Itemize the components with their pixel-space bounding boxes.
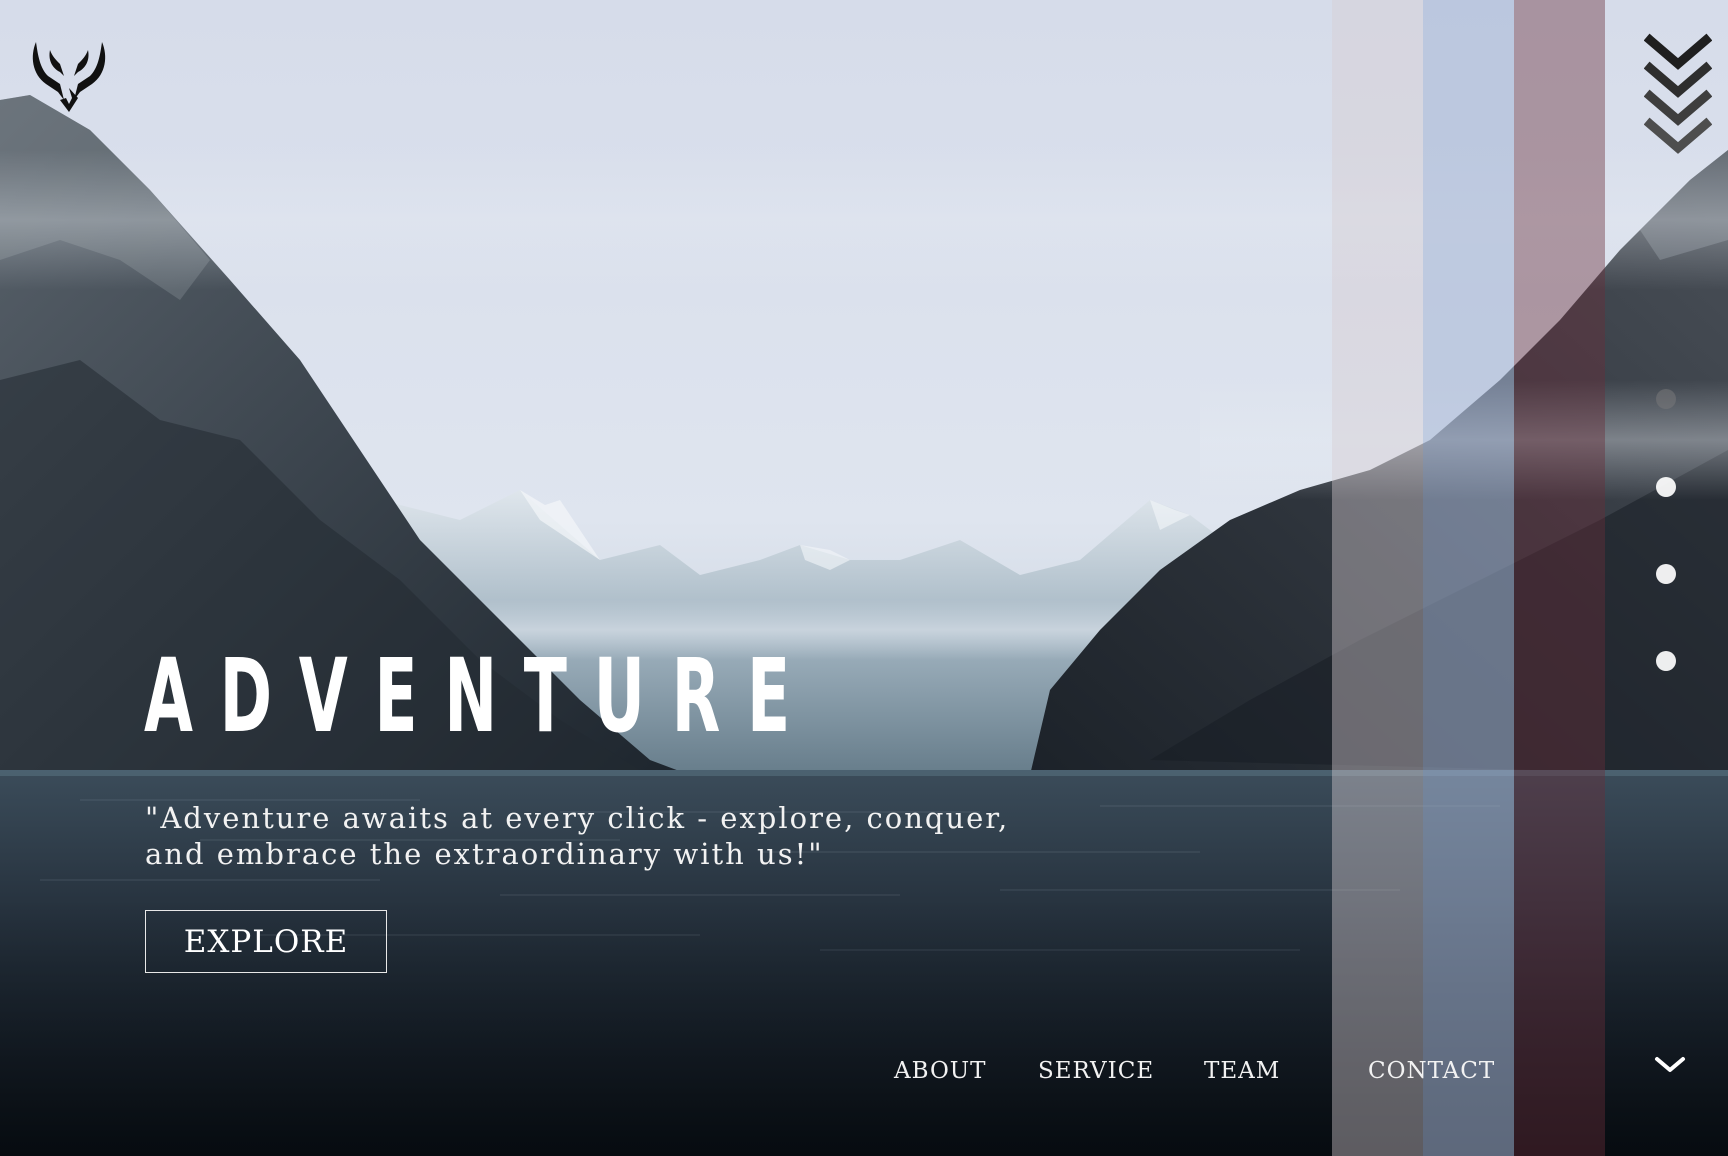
hero-headline: ADVENTURE: [144, 637, 817, 756]
hero-section: ADVENTURE "Adventure awaits at every cli…: [0, 0, 1728, 1156]
nav-link-about[interactable]: ABOUT: [894, 1058, 987, 1084]
accent-stripe-2: [1423, 0, 1514, 1156]
nav-link-team[interactable]: TEAM: [1204, 1058, 1280, 1084]
main-nav: ABOUT SERVICE TEAM CONTACT: [0, 1058, 1728, 1098]
nav-link-contact[interactable]: CONTACT: [1368, 1058, 1495, 1084]
winged-emblem-logo[interactable]: [28, 36, 110, 114]
slide-dot-3[interactable]: [1656, 564, 1676, 584]
slide-dot-2[interactable]: [1656, 477, 1676, 497]
chevron-down-icon[interactable]: [1653, 1053, 1687, 1077]
hero-tagline: "Adventure awaits at every click - explo…: [145, 801, 1010, 871]
nav-link-service[interactable]: SERVICE: [1038, 1058, 1154, 1084]
explore-button[interactable]: EXPLORE: [145, 910, 387, 973]
accent-stripe-3: [1514, 0, 1605, 1156]
slide-dot-4[interactable]: [1656, 651, 1676, 671]
accent-stripe-1: [1332, 0, 1423, 1156]
slide-dot-1[interactable]: [1656, 389, 1676, 409]
chevrons-menu-icon[interactable]: [1644, 30, 1712, 160]
